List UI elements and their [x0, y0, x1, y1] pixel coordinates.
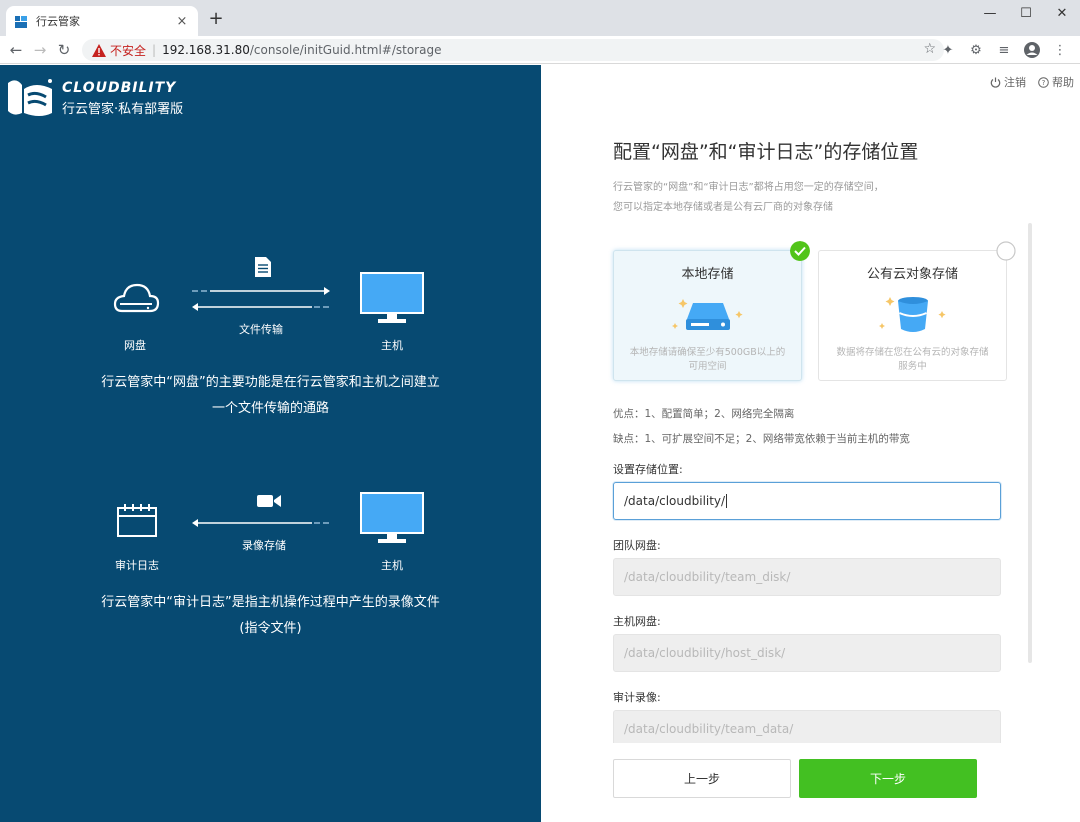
storage-config-panel: 注销 ? 帮助 配置“网盘”和“审计日志”的存储位置 行云管家的“网盘”和“审计…	[541, 65, 1080, 822]
extension-toolbar: ✦ ⚙ ≡ ⋮	[938, 40, 1070, 60]
monitor-icon	[360, 272, 424, 323]
help-icon: ?	[1038, 76, 1049, 88]
network-disk-description-2: 一个文件传输的通路	[211, 401, 329, 416]
selected-check-icon	[790, 241, 810, 261]
window-controls: — ☐ ✕	[972, 0, 1080, 26]
hard-drive-icon	[671, 299, 743, 330]
previous-step-button[interactable]: 上一步	[613, 759, 791, 798]
audit-log-description-2: (指令文件)	[239, 621, 302, 636]
subtitle-line-1: 行云管家的“网盘”和“审计日志”都将占用您一定的存储空间，	[613, 182, 884, 193]
menu-kebab-icon[interactable]: ⋮	[1050, 40, 1070, 60]
host-label-1: 主机	[381, 339, 403, 352]
record-arrow	[192, 519, 330, 527]
reload-icon[interactable]: ↻	[54, 40, 74, 60]
bird-extension-icon[interactable]: ✦	[938, 40, 958, 60]
network-disk-description-1: 行云管家中“网盘”的主要功能是在行云管家和主机之间建立	[101, 375, 440, 390]
close-window-button[interactable]: ✕	[1044, 0, 1080, 26]
url-host: 192.168.31.80	[162, 43, 250, 57]
audit-recording-clip: /data/cloudbility/team_data/	[613, 710, 1001, 743]
intro-panel: CLOUDBILITY 行云管家·私有部署版 网盘 主机 文件传输 行云管家中“…	[0, 65, 541, 822]
unselected-radio-icon[interactable]	[996, 241, 1016, 261]
pros-text: 优点：1、配置简单；2、网络完全隔离	[613, 408, 795, 420]
back-icon[interactable]: ←	[6, 40, 26, 60]
text-caret	[726, 494, 728, 508]
favicon-icon	[14, 14, 28, 28]
record-storage-label: 录像存储	[242, 539, 286, 552]
local-storage-title: 本地存储	[681, 267, 734, 282]
brand-name-en: CLOUDBILITY	[62, 79, 177, 96]
reading-list-icon[interactable]: ≡	[994, 40, 1014, 60]
document-icon	[255, 257, 271, 277]
brand-logo: CLOUDBILITY 行云管家·私有部署版	[6, 73, 183, 123]
monitor-icon	[360, 492, 424, 543]
local-storage-desc: 本地存储请确保至少有500GB以上的可用空间	[629, 347, 786, 372]
puzzle-extension-icon[interactable]: ⚙	[966, 40, 986, 60]
subtitle-line-2: 您可以指定本地存储或者是公有云厂商的对象存储	[613, 202, 833, 213]
page-title: 配置“网盘”和“审计日志”的存储位置	[613, 141, 919, 163]
audit-log-description-1: 行云管家中“审计日志”是指主机操作过程中产生的录像文件	[101, 595, 440, 610]
storage-location-input[interactable]: /data/cloudbility/	[613, 482, 1001, 520]
team-disk-input: /data/cloudbility/team_disk/	[613, 558, 1001, 596]
top-actions: 注销 ? 帮助	[990, 74, 1074, 90]
logout-link[interactable]: 注销	[990, 74, 1026, 90]
audit-recording-value: /data/cloudbility/team_data/	[624, 722, 794, 736]
browser-tab-strip: 行云管家 × + — ☐ ✕	[0, 0, 1080, 36]
cloud-storage-desc: 数据将存储在您在公有云的对象存储服务中	[836, 347, 989, 372]
cloud-disk-icon	[113, 283, 160, 313]
new-tab-button[interactable]: +	[206, 8, 226, 30]
help-label: 帮助	[1052, 76, 1074, 89]
audit-recording-input: /data/cloudbility/team_data/	[613, 710, 1001, 743]
host-label-2: 主机	[381, 559, 403, 572]
host-disk-input: /data/cloudbility/host_disk/	[613, 634, 1001, 672]
bucket-icon	[878, 297, 946, 332]
storage-location-value: /data/cloudbility/	[624, 494, 726, 508]
browser-tab[interactable]: 行云管家 ×	[6, 6, 198, 36]
host-disk-value: /data/cloudbility/host_disk/	[624, 646, 786, 660]
tab-title: 行云管家	[36, 15, 80, 28]
warning-icon	[92, 43, 106, 57]
next-step-button[interactable]: 下一步	[799, 759, 977, 798]
url-field[interactable]: 不安全 | 192.168.31.80 /console/initGuid.ht…	[82, 39, 944, 61]
page-subtitle: 行云管家的“网盘”和“审计日志”都将占用您一定的存储空间， 您可以指定本地存储或…	[613, 178, 884, 218]
cloudbility-logo-icon	[8, 79, 52, 116]
storage-location-label: 设置存储位置:	[613, 463, 683, 476]
video-camera-icon	[257, 495, 281, 507]
address-bar: ← → ↻ 不安全 | 192.168.31.80 /console/initG…	[0, 36, 1080, 64]
scrollbar[interactable]	[1028, 223, 1032, 663]
cloud-object-storage-option[interactable]: 公有云对象存储 数据将存储在您在公有云的对象存储服务中	[818, 250, 1007, 381]
brand-name-cn: 行云管家·私有部署版	[62, 101, 184, 117]
network-disk-label: 网盘	[124, 339, 146, 352]
cloud-storage-title: 公有云对象存储	[866, 267, 958, 282]
audit-log-icon	[117, 504, 157, 537]
profile-avatar-icon[interactable]	[1022, 40, 1042, 60]
local-storage-option[interactable]: 本地存储 本地存储请确保至少有500GB以上的可用空间	[613, 250, 802, 381]
file-transfer-label: 文件传输	[239, 323, 283, 336]
audit-recording-label: 审计录像:	[613, 691, 661, 704]
minimize-button[interactable]: —	[972, 0, 1008, 26]
url-separator: |	[152, 43, 157, 57]
insecure-label: 不安全	[110, 43, 147, 58]
tab-close-icon[interactable]: ×	[174, 14, 190, 29]
host-disk-label: 主机网盘:	[613, 615, 661, 628]
forward-icon[interactable]: →	[30, 40, 50, 60]
power-icon	[990, 77, 1001, 88]
team-disk-value: /data/cloudbility/team_disk/	[624, 570, 791, 584]
logout-label: 注销	[1004, 76, 1026, 89]
team-disk-label: 团队网盘:	[613, 539, 661, 552]
help-link[interactable]: ? 帮助	[1038, 74, 1074, 90]
cons-text: 缺点：1、可扩展空间不足；2、网络带宽依赖于当前主机的带宽	[613, 433, 910, 445]
url-path: /console/initGuid.html#/storage	[249, 43, 442, 57]
maximize-button[interactable]: ☐	[1008, 0, 1044, 26]
bookmark-star-icon[interactable]: ☆	[923, 41, 936, 57]
transfer-arrows	[192, 287, 330, 311]
svg-text:?: ?	[1042, 79, 1046, 87]
audit-log-label: 审计日志	[115, 559, 159, 572]
